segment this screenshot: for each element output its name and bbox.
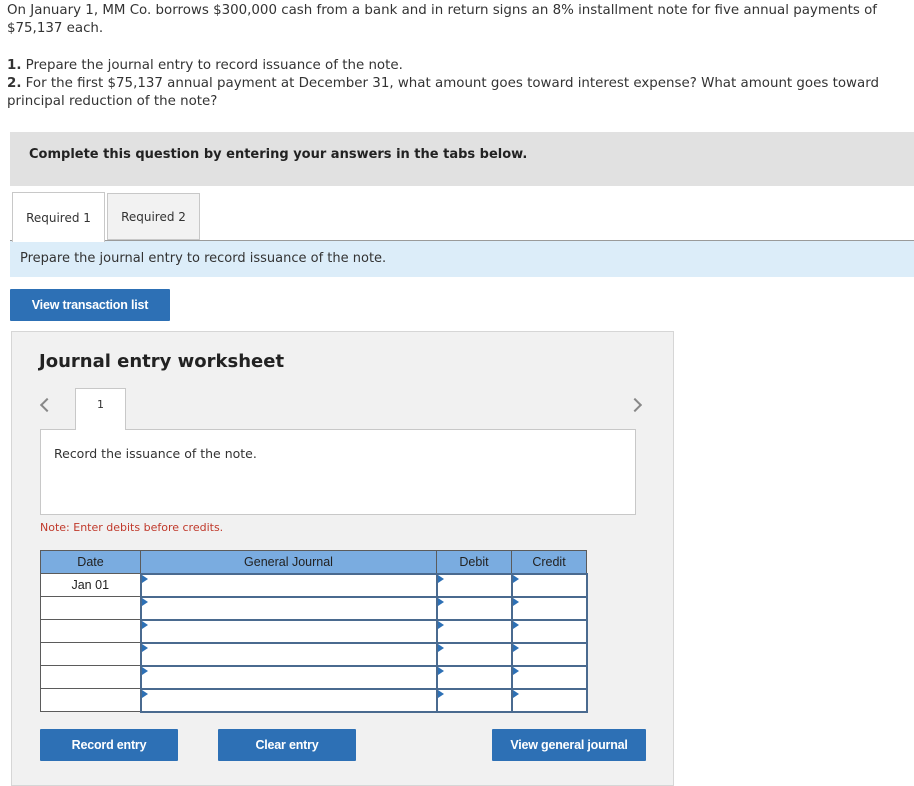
date-cell[interactable] [40,596,141,620]
date-cell[interactable] [40,688,141,712]
entry-description-box: Record the issuance of the note. [40,429,636,515]
header-general-journal: General Journal [140,550,437,574]
input-marker-icon [141,597,148,606]
debit-input[interactable] [435,687,513,713]
question-1-number: 1. [7,58,22,73]
debit-input[interactable] [435,572,513,598]
credit-input[interactable] [510,641,588,667]
input-marker-icon [437,620,444,629]
header-credit: Credit [511,550,587,574]
input-marker-icon [141,666,148,675]
header-debit: Debit [436,550,512,574]
input-marker-icon [512,620,519,629]
problem-questions: 1. Prepare the journal entry to record i… [7,57,912,111]
date-cell[interactable] [40,619,141,643]
journal-entry-worksheet: Journal entry worksheet 1 Record the iss… [11,331,674,786]
account-input[interactable] [139,595,438,621]
input-marker-icon [512,643,519,652]
input-marker-icon [512,574,519,583]
journal-table: Date General Journal Debit Credit Jan 01 [40,550,588,713]
tab-required-2[interactable]: Required 2 [107,193,200,240]
entry-description: Record the issuance of the note. [54,446,257,461]
chevron-right-icon[interactable] [627,393,644,417]
journal-row: Jan 01 [40,572,588,598]
input-marker-icon [141,574,148,583]
journal-row [40,687,588,713]
input-marker-icon [437,574,444,583]
account-input[interactable] [139,664,438,690]
account-input[interactable] [139,618,438,644]
account-input[interactable] [139,641,438,667]
question-2-text: For the first $75,137 annual payment at … [7,76,879,109]
question-2-number: 2. [7,76,22,91]
instruction-banner: Complete this question by entering your … [10,132,914,186]
worksheet-page-tab[interactable]: 1 [75,388,126,430]
account-input[interactable] [139,572,438,598]
input-marker-icon [512,666,519,675]
input-marker-icon [512,689,519,698]
journal-header-row: Date General Journal Debit Credit [40,550,587,574]
journal-row [40,595,588,621]
credit-input[interactable] [510,687,588,713]
chevron-left-icon[interactable] [38,393,55,417]
clear-entry-button[interactable]: Clear entry [218,729,356,761]
input-marker-icon [512,597,519,606]
input-marker-icon [437,689,444,698]
view-transaction-list-button[interactable]: View transaction list [10,289,170,321]
journal-row [40,641,588,667]
question-1-text: Prepare the journal entry to record issu… [25,58,403,73]
debit-input[interactable] [435,618,513,644]
debit-input[interactable] [435,641,513,667]
input-marker-icon [141,643,148,652]
input-marker-icon [141,689,148,698]
question-1: 1. Prepare the journal entry to record i… [7,57,912,75]
header-date: Date [40,550,141,574]
journal-row [40,664,588,690]
instruction-text: Prepare the journal entry to record issu… [20,251,387,266]
credit-input[interactable] [510,664,588,690]
credit-input[interactable] [510,572,588,598]
date-cell[interactable] [40,665,141,689]
input-marker-icon [437,666,444,675]
credit-input[interactable] [510,618,588,644]
entry-note: Note: Enter debits before credits. [40,521,224,534]
view-general-journal-button[interactable]: View general journal [492,729,646,761]
credit-input[interactable] [510,595,588,621]
tab-required-1[interactable]: Required 1 [12,192,105,242]
date-cell[interactable] [40,642,141,666]
debit-input[interactable] [435,595,513,621]
input-marker-icon [437,643,444,652]
journal-row [40,618,588,644]
required-tabs: Required 1 Required 2 [10,192,914,242]
banner-text: Complete this question by entering your … [29,147,528,162]
question-2: 2. For the first $75,137 annual payment … [7,75,912,111]
date-cell: Jan 01 [40,573,141,597]
tab-instruction: Prepare the journal entry to record issu… [10,241,914,277]
input-marker-icon [437,597,444,606]
account-input[interactable] [139,687,438,713]
problem-intro: On January 1, MM Co. borrows $300,000 ca… [7,3,878,36]
record-entry-button[interactable]: Record entry [40,729,178,761]
input-marker-icon [141,620,148,629]
debit-input[interactable] [435,664,513,690]
worksheet-title: Journal entry worksheet [39,351,285,372]
